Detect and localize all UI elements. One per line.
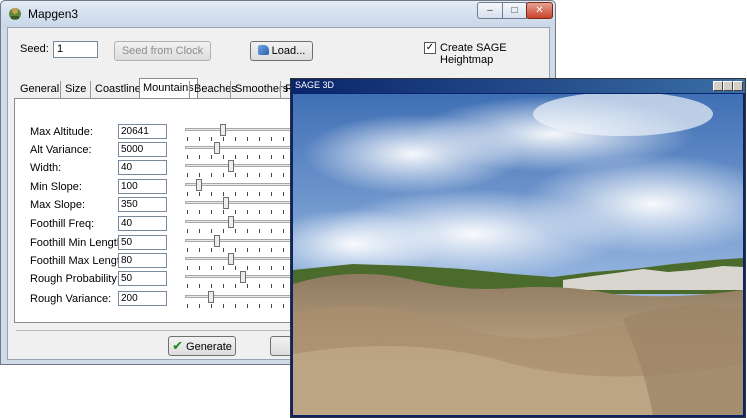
title-bar[interactable]: Mapgen3 – □ ✕ — [1, 1, 555, 27]
slider-thumb[interactable] — [220, 124, 226, 136]
slider-track — [185, 164, 305, 167]
window-title: Mapgen3 — [28, 7, 79, 21]
rough-variance-slider[interactable] — [185, 291, 305, 309]
slider-thumb[interactable] — [228, 160, 234, 172]
slider-thumb[interactable] — [214, 235, 220, 247]
slider-track — [185, 239, 305, 242]
render-window-title: SAGE 3D — [295, 80, 335, 90]
slider-ticks — [187, 266, 305, 270]
width-input[interactable]: 40 — [118, 160, 167, 175]
param-label: Foothill Max Length: — [30, 255, 130, 267]
tab-size[interactable]: Size — [60, 81, 86, 98]
foothill-freq-input[interactable]: 40 — [118, 216, 167, 231]
slider-thumb[interactable] — [228, 253, 234, 265]
render-title-bar[interactable]: SAGE 3D — [291, 79, 745, 93]
param-label: Rough Variance: — [30, 293, 112, 305]
slider-thumb[interactable] — [223, 197, 229, 209]
tab-coastlines[interactable]: Coastlines — [90, 81, 146, 98]
rough-probability-slider[interactable] — [185, 271, 305, 289]
slider-ticks — [187, 210, 305, 214]
slider-thumb[interactable] — [196, 179, 202, 191]
param-label: Foothill Freq: — [30, 218, 95, 230]
max-slope-input[interactable]: 350 — [118, 197, 167, 212]
slider-track — [185, 146, 305, 149]
foothill-min-length-input[interactable]: 50 — [118, 235, 167, 250]
seed-label: Seed: — [20, 43, 49, 55]
foothill-min-length-slider[interactable] — [185, 235, 305, 253]
render-close-button[interactable] — [733, 81, 743, 91]
slider-thumb[interactable] — [214, 142, 220, 154]
load-icon — [257, 45, 269, 55]
foothill-max-length-input[interactable]: 80 — [118, 253, 167, 268]
rough-variance-input[interactable]: 200 — [118, 291, 167, 306]
load-label: Load... — [271, 45, 306, 57]
create-sage-checkbox[interactable]: ✓ — [424, 42, 436, 54]
max-altitude-slider[interactable] — [185, 124, 305, 142]
slider-ticks — [187, 284, 305, 288]
param-label: Width: — [30, 162, 62, 174]
alt-variance-slider[interactable] — [185, 142, 305, 160]
foothill-max-length-slider[interactable] — [185, 253, 305, 271]
param-label: Max Altitude: — [30, 126, 93, 138]
param-label: Foothill Min Length: — [30, 237, 126, 249]
slider-ticks — [187, 155, 305, 159]
slider-ticks — [187, 137, 305, 141]
render-maximize-button[interactable] — [723, 81, 733, 91]
render-window: SAGE 3D — [290, 78, 746, 418]
foothill-freq-slider[interactable] — [185, 216, 305, 234]
param-label: Max Slope: — [30, 199, 86, 211]
terrain-viewport[interactable] — [293, 94, 743, 415]
slider-track — [185, 220, 305, 223]
checkmark-icon: ✔ — [172, 338, 184, 353]
param-label: Min Slope: — [30, 181, 82, 193]
minimize-button[interactable]: – — [477, 2, 503, 19]
param-label: Alt Variance: — [30, 144, 92, 156]
generate-label: Generate — [186, 341, 232, 353]
maximize-button[interactable]: □ — [502, 2, 527, 19]
min-slope-input[interactable]: 100 — [118, 179, 167, 194]
param-label: Rough Probability: — [30, 273, 120, 285]
max-altitude-input[interactable]: 20641 — [118, 124, 167, 139]
seed-from-clock-button[interactable]: Seed from Clock — [114, 41, 211, 61]
slider-track — [185, 128, 305, 131]
max-slope-slider[interactable] — [185, 197, 305, 215]
terrain-render-image — [293, 94, 743, 415]
slider-ticks — [187, 229, 305, 233]
min-slope-slider[interactable] — [185, 179, 305, 197]
slider-ticks — [187, 248, 305, 252]
alt-variance-input[interactable]: 5000 — [118, 142, 167, 157]
slider-ticks — [187, 304, 305, 308]
load-button[interactable]: Load... — [250, 41, 313, 61]
rough-probability-input[interactable]: 50 — [118, 271, 167, 286]
slider-track — [185, 183, 305, 186]
tab-general[interactable]: General — [20, 81, 59, 98]
width-slider[interactable] — [185, 160, 305, 178]
slider-thumb[interactable] — [240, 271, 246, 283]
slider-track — [185, 201, 305, 204]
slider-thumb[interactable] — [228, 216, 234, 228]
render-minimize-button[interactable] — [713, 81, 723, 91]
seed-input[interactable]: 1 — [53, 41, 98, 58]
generate-button[interactable]: ✔ Generate — [168, 336, 236, 356]
create-sage-label: Create SAGE Heightmap — [440, 42, 507, 66]
slider-thumb[interactable] — [208, 291, 214, 303]
app-icon — [9, 8, 21, 20]
slider-ticks — [187, 192, 305, 196]
slider-track — [185, 257, 305, 260]
close-button[interactable]: ✕ — [526, 2, 553, 19]
slider-track — [185, 295, 305, 298]
slider-ticks — [187, 173, 305, 177]
